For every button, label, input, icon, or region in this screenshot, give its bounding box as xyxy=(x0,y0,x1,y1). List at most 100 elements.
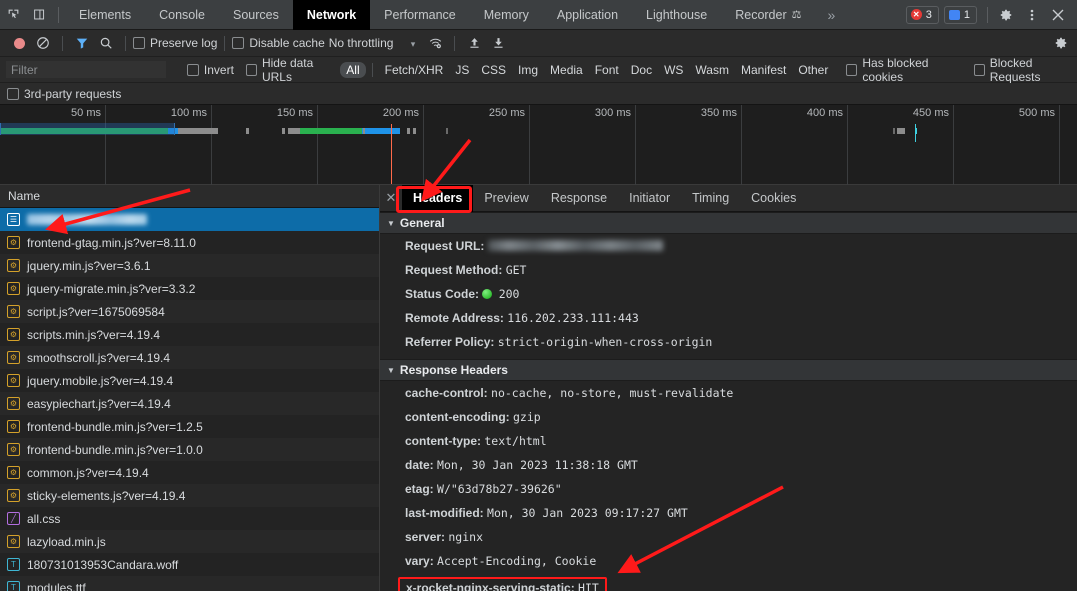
request-row[interactable]: ⚙ jquery-migrate.min.js?ver=3.3.2 xyxy=(0,277,379,300)
filter-input[interactable] xyxy=(6,61,166,78)
request-row[interactable]: ⚙ lazyload.min.js xyxy=(0,530,379,553)
header-value: 200 xyxy=(498,287,520,301)
import-har-icon[interactable] xyxy=(462,32,486,54)
filter-type-other[interactable]: Other xyxy=(792,62,834,78)
request-row[interactable]: Tmodules.ttf xyxy=(0,576,379,591)
filter-type-ws[interactable]: WS xyxy=(658,62,689,78)
tab-preview[interactable]: Preview xyxy=(473,185,539,212)
response-headers-section-header[interactable]: ▼ Response Headers xyxy=(380,359,1077,381)
overview-selection-band[interactable] xyxy=(0,123,175,135)
request-row[interactable]: ⚙ easypiechart.js?ver=4.19.4 xyxy=(0,392,379,415)
header-key: content-type: xyxy=(405,434,481,448)
filter-type-fetch-xhr[interactable]: Fetch/XHR xyxy=(379,62,450,78)
requests-list[interactable]: ☰ ⚙ frontend-gtag.min.js?ver=8.11.0 ⚙ jque… xyxy=(0,208,379,591)
response-header-x-rocket-nginx-serving-static: x-rocket-nginx-serving-static: HIT xyxy=(380,573,1077,591)
response-header-cache-control: cache-control: no-cache, no-store, must-… xyxy=(380,381,1077,405)
throttling-select[interactable]: No throttling ▾ xyxy=(325,36,416,50)
preserve-log-label: Preserve log xyxy=(150,36,218,50)
general-section-header[interactable]: ▼ General xyxy=(380,212,1077,234)
more-tabs-button[interactable]: » xyxy=(816,7,848,23)
request-row[interactable]: ⚙ frontend-bundle.min.js?ver=1.2.5 xyxy=(0,415,379,438)
section-title: Response Headers xyxy=(399,363,508,377)
tab-memory[interactable]: Memory xyxy=(470,0,543,30)
tab-label: Sources xyxy=(232,7,279,22)
request-row[interactable]: T 180731013953Candara.woff xyxy=(0,553,379,576)
tab-recorder[interactable]: Recorder ⚖ xyxy=(721,0,815,30)
filter-icon[interactable] xyxy=(70,32,94,54)
inspect-element-icon[interactable] xyxy=(0,2,26,28)
tab-performance[interactable]: Performance xyxy=(370,0,470,30)
tab-lighthouse[interactable]: Lighthouse xyxy=(632,0,721,30)
tab-cookies[interactable]: Cookies xyxy=(740,185,807,212)
network-settings-gear-icon[interactable] xyxy=(1053,32,1077,54)
request-row[interactable]: ⚙ scripts.min.js?ver=4.19.4 xyxy=(0,323,379,346)
header-value: strict-origin-when-cross-origin xyxy=(497,335,713,349)
more-vertical-icon[interactable] xyxy=(1019,2,1045,28)
tab-initiator[interactable]: Initiator xyxy=(618,185,681,212)
filter-type-all[interactable]: All xyxy=(340,61,366,78)
message-count-badge[interactable]: 1 xyxy=(943,5,977,24)
header-key: etag: xyxy=(405,482,434,496)
wifi-settings-icon[interactable] xyxy=(423,32,447,54)
filter-type-css[interactable]: CSS xyxy=(475,62,512,78)
third-party-requests-checkbox[interactable]: 3rd-party requests xyxy=(7,87,121,101)
error-count-badge[interactable]: ✕ 3 xyxy=(905,5,939,24)
chevron-down-icon[interactable]: ▼ xyxy=(387,219,395,228)
status-ok-icon xyxy=(482,289,493,299)
tab-elements[interactable]: Elements xyxy=(65,0,145,30)
js-file-icon: ⚙ xyxy=(7,351,20,364)
hide-data-urls-checkbox[interactable]: Hide data URLs xyxy=(245,56,338,84)
tab-console[interactable]: Console xyxy=(145,0,219,30)
request-row[interactable]: ⚙ script.js?ver=1675069584 xyxy=(0,300,379,323)
filter-type-doc[interactable]: Doc xyxy=(625,62,658,78)
header-key: Request Method: xyxy=(405,263,503,277)
redacted-request-url xyxy=(487,240,663,251)
network-overview-timeline[interactable]: 50 ms 100 ms 150 ms 200 ms 250 ms 300 ms… xyxy=(0,105,1077,185)
error-icon: ✕ xyxy=(910,9,922,20)
preserve-log-checkbox[interactable]: Preserve log xyxy=(133,36,217,50)
devtools-tabbar: Elements Console Sources Network Perform… xyxy=(0,0,1077,30)
requests-column-header[interactable]: Name xyxy=(0,185,379,208)
filter-type-media[interactable]: Media xyxy=(544,62,589,78)
close-icon[interactable] xyxy=(1045,2,1071,28)
request-row[interactable]: ⚙ sticky-elements.js?ver=4.19.4 xyxy=(0,484,379,507)
request-row[interactable]: ⚙ common.js?ver=4.19.4 xyxy=(0,461,379,484)
filter-type-js[interactable]: JS xyxy=(449,62,475,78)
gear-icon[interactable] xyxy=(993,2,1019,28)
search-icon[interactable] xyxy=(94,32,118,54)
header-key: Remote Address: xyxy=(405,311,504,325)
blocked-requests-checkbox[interactable]: Blocked Requests xyxy=(973,55,1077,84)
header-value: gzip xyxy=(513,410,541,424)
record-button[interactable] xyxy=(7,32,31,54)
blocked-requests-label: Blocked Requests xyxy=(989,55,1041,84)
filter-type-wasm[interactable]: Wasm xyxy=(689,62,735,78)
tab-label: Elements xyxy=(79,7,132,22)
request-row[interactable]: ⚙ smoothscroll.js?ver=4.19.4 xyxy=(0,346,379,369)
tab-response[interactable]: Response xyxy=(540,185,618,212)
chevron-down-icon[interactable]: ▼ xyxy=(387,366,395,375)
request-row[interactable]: ╱ all.css xyxy=(0,507,379,530)
tab-timing[interactable]: Timing xyxy=(681,185,740,212)
request-name: sticky-elements.js?ver=4.19.4 xyxy=(27,488,186,503)
filter-type-font[interactable]: Font xyxy=(589,62,625,78)
invert-checkbox[interactable]: Invert xyxy=(186,63,234,77)
tab-network[interactable]: Network xyxy=(292,0,371,30)
tab-headers[interactable]: Headers xyxy=(402,184,474,212)
filter-type-img[interactable]: Img xyxy=(512,62,544,78)
request-row[interactable]: ⚙ frontend-gtag.min.js?ver=8.11.0 xyxy=(0,231,379,254)
request-row[interactable]: ⚙ jquery.min.js?ver=3.6.1 xyxy=(0,254,379,277)
device-toolbar-icon[interactable] xyxy=(26,2,52,28)
disable-cache-checkbox[interactable]: Disable cache xyxy=(232,36,325,50)
request-row[interactable]: ⚙ frontend-bundle.min.js?ver=1.0.0 xyxy=(0,438,379,461)
request-row[interactable]: ⚙ jquery.mobile.js?ver=4.19.4 xyxy=(0,369,379,392)
request-row-selected[interactable]: ☰ xyxy=(0,208,379,231)
clear-icon[interactable] xyxy=(31,32,55,54)
chevron-down-icon[interactable]: ▾ xyxy=(411,39,416,49)
export-har-icon[interactable] xyxy=(486,32,510,54)
tab-sources[interactable]: Sources xyxy=(219,0,293,30)
close-details-icon[interactable]: ✕ xyxy=(380,190,402,206)
filter-type-manifest[interactable]: Manifest xyxy=(735,62,792,78)
has-blocked-cookies-checkbox[interactable]: Has blocked cookies xyxy=(846,56,961,84)
response-header-date: date: Mon, 30 Jan 2023 11:38:18 GMT xyxy=(380,453,1077,477)
tab-application[interactable]: Application xyxy=(543,0,632,30)
